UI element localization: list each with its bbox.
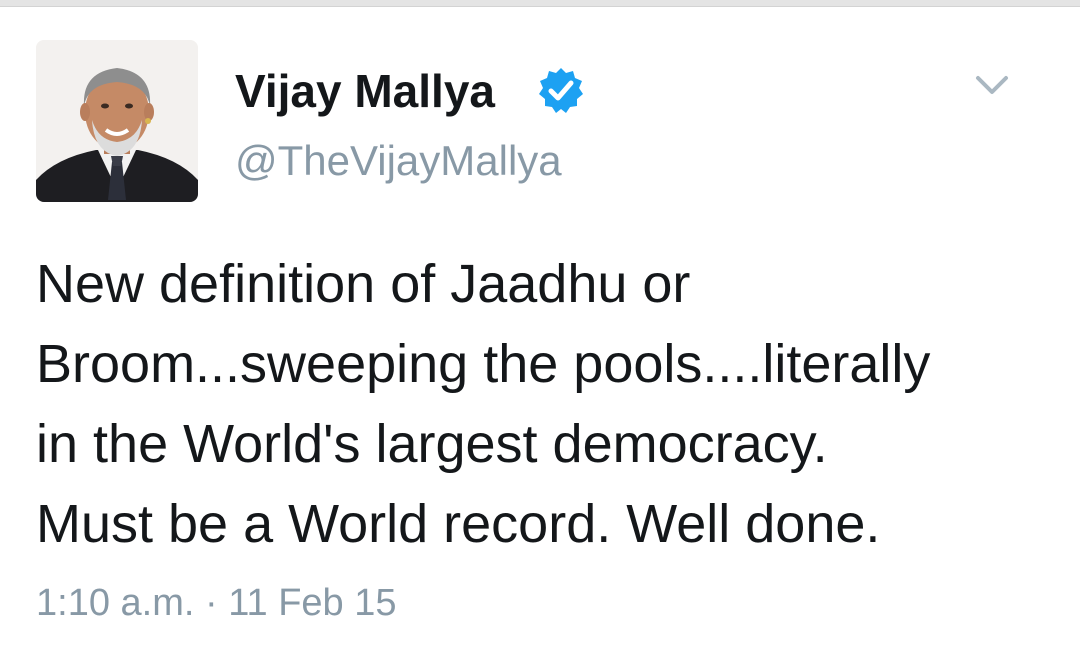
profile-photo [36,40,198,202]
tweet-timestamp[interactable]: 1:10 a.m. · 11 Feb 15 [36,578,397,628]
tweet-card: Vijay Mallya @TheVijayMallya New definit… [0,0,1080,652]
chevron-down-icon[interactable] [970,68,1014,104]
author-handle[interactable]: @TheVijayMallya [235,134,562,188]
verified-badge-icon [539,68,583,113]
tweet-text: New definition of Jaadhu or Broom...swee… [36,254,931,554]
author-display-name[interactable]: Vijay Mallya [235,62,495,120]
avatar[interactable] [36,40,198,202]
